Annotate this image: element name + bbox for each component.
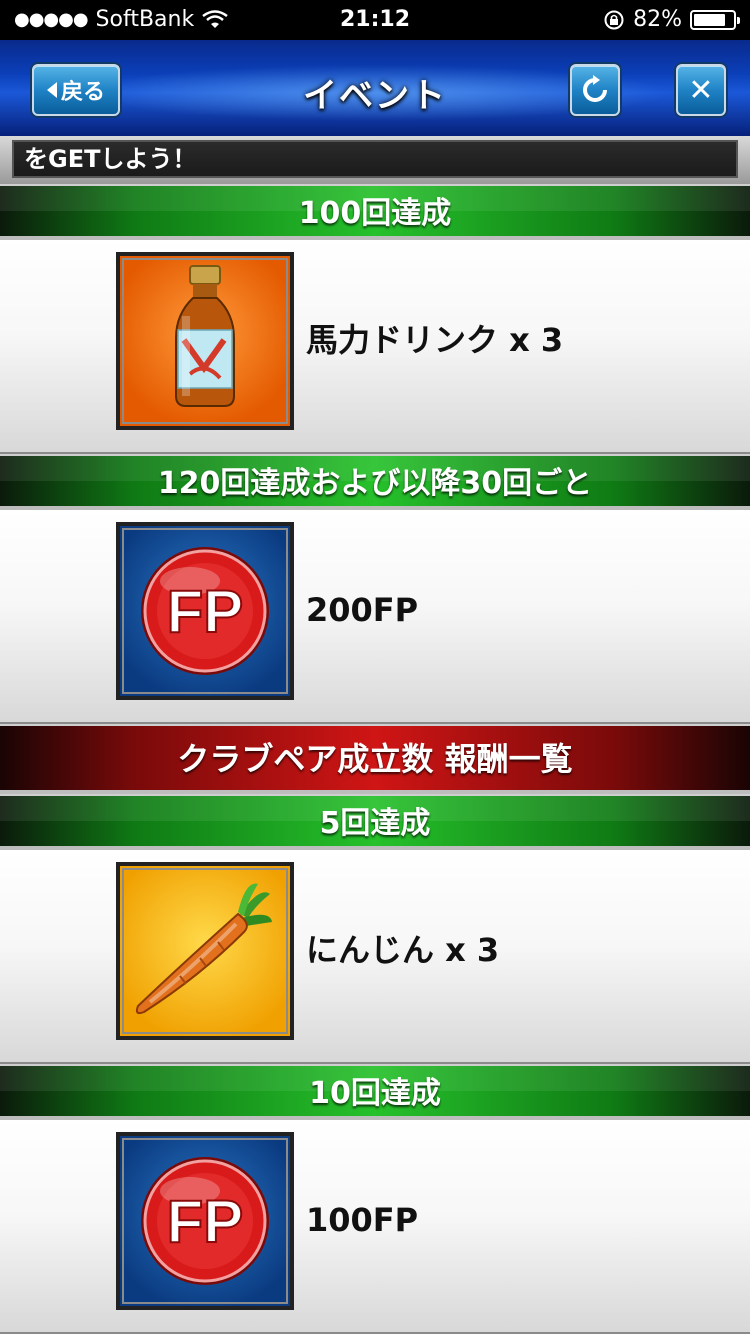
- ticker-text: をGETしよう！: [12, 140, 738, 178]
- fp-coin-text: FP: [167, 1188, 244, 1255]
- section-header-label: 100回達成: [298, 196, 452, 231]
- reward-list[interactable]: 100回達成 馬力ドリンク x 3 120回達成および以降30回ごと FP 20…: [0, 184, 750, 1334]
- reward-item: 馬力ドリンク x 3: [0, 240, 750, 454]
- refresh-button[interactable]: [570, 64, 620, 116]
- reward-item: FP 200FP: [0, 510, 750, 724]
- reward-label: 馬力ドリンク x 3: [306, 321, 564, 359]
- section-header-label: 120回達成および以降30回ごと: [157, 466, 593, 501]
- carrot-icon: [116, 862, 294, 1040]
- status-bar: ●●●●● SoftBank 21:12 82%: [0, 0, 750, 40]
- refresh-icon: [583, 75, 607, 102]
- section-header: 10回達成: [0, 1064, 750, 1120]
- drink-bottle-icon: [116, 252, 294, 430]
- club-pair-header-label: クラブペア成立数 報酬一覧: [177, 740, 573, 778]
- reward-item: FP 100FP: [0, 1120, 750, 1334]
- section-header-label: 10回達成: [309, 1076, 441, 1111]
- section-header-label: 5回達成: [319, 806, 431, 841]
- ticker-bar: をGETしよう！: [0, 136, 750, 184]
- rotation-lock-icon: [604, 10, 624, 29]
- close-icon: ✕: [688, 72, 714, 108]
- battery-icon: [690, 9, 740, 30]
- app-header: 戻る イベント ✕: [0, 40, 750, 139]
- reward-label: にんじん x 3: [306, 931, 500, 969]
- close-button[interactable]: ✕: [676, 64, 726, 116]
- reward-item: にんじん x 3: [0, 850, 750, 1064]
- reward-label: 200FP: [306, 591, 419, 629]
- fp-coin-icon: FP: [116, 1132, 294, 1310]
- section-header: 5回達成: [0, 794, 750, 850]
- section-header: 120回達成および以降30回ごと: [0, 454, 750, 510]
- battery-percent: 82%: [633, 7, 682, 32]
- fp-coin-icon: FP: [116, 522, 294, 700]
- page-title: イベント: [303, 76, 447, 116]
- section-header: 100回達成: [0, 184, 750, 240]
- club-pair-section-header: クラブペア成立数 報酬一覧: [0, 724, 750, 794]
- reward-label: 100FP: [306, 1201, 419, 1239]
- battery-level-fill: [694, 13, 725, 26]
- fp-coin-text: FP: [167, 578, 244, 645]
